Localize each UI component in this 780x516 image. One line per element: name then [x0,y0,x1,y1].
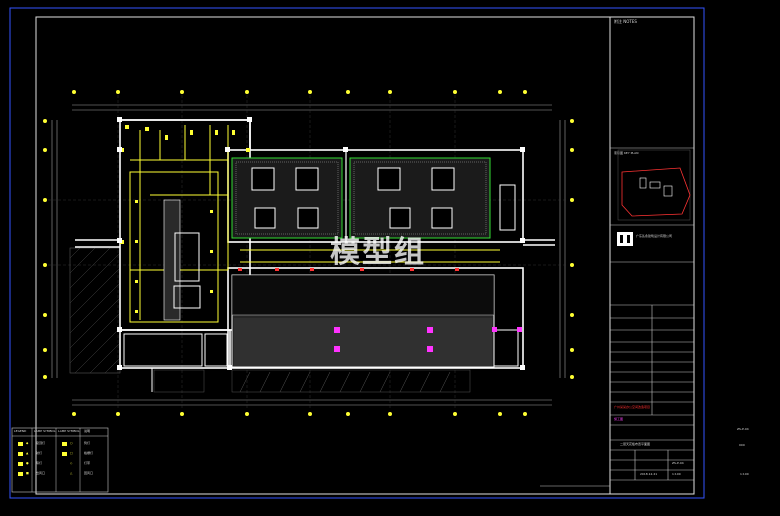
margin-code-1: ZS-P-04 [737,427,749,431]
legend-row-0-sym2: ○ [70,441,73,445]
conference-ceiling-right [349,157,491,239]
legend-row-1-label: 射灯 [36,451,43,455]
company-name: 广东弘永建筑设计有限公司 [636,234,673,238]
notes-label: 附注 NOTES [614,19,637,24]
right-utility-room [499,184,516,231]
legend-header-0: LEGEND [14,429,27,433]
company-logo [617,232,633,246]
legend-row-2-sym: ● [26,461,29,465]
legend-table [11,427,109,493]
margin-code-2: 000 [739,443,745,447]
project-stage: 施工图 [614,417,624,421]
legend-row-2-label2: 灯带 [84,461,91,465]
legend-row-1-sym2: □ [70,451,73,455]
title-block-rules [610,147,694,481]
legend-header-1: LAMP SYMBOL [34,429,56,433]
legend-row-1-sym: ▲ [26,451,29,455]
legend-row-1-label2: 格栅灯 [84,451,94,455]
left-hatch-area [69,247,121,374]
stair-void [163,199,181,321]
legend-row-2-label: 吊灯 [36,461,43,465]
legend-row-0-label: 吸顶灯 [36,441,46,445]
legend-row-3-label2: 回风口 [84,471,94,475]
legend-row-2-sym2: ◇ [70,461,73,465]
conference-ceiling-left [231,157,343,239]
legend-row-0-sym: ◆ [26,441,29,445]
legend-header-2: LAMP SYMBOL [58,429,80,433]
cad-drawing-viewport: 附注 NOTES 索引图 KEY PLAN 广东弘永建筑设计有限公司 广州某某办… [0,0,780,516]
axis-bubbles-right [570,119,574,379]
legend-row-3-label: 出风口 [36,471,46,475]
project-red-title: 广州某某办公空间改造项目 [614,405,651,409]
drawing-scale: 1:100 [672,472,681,476]
axis-bubbles-top [72,90,527,94]
drawing-title: 二层天花板布置平面图 [620,442,651,446]
legend-row-0-label2: 筒灯 [84,441,91,445]
drawing-number: ZS-P-04 [672,461,684,465]
axis-bubbles-bottom [72,412,527,416]
legend-row-3-sym2: △ [70,471,73,475]
bottom-hatch [153,369,471,393]
axis-bubbles-left [43,119,47,379]
key-plan-thumbnail [617,149,691,221]
legend-row-3-sym: ■ [26,471,29,475]
drawing-date: 2018.12.21 [640,472,658,476]
margin-scale: 1:100 [740,472,749,476]
watermark-text: 模型组 [330,235,426,270]
legend-header-3: 说明 [84,429,91,433]
hall-ceiling [231,274,519,368]
key-plan-label: 索引图 KEY PLAN [614,151,639,155]
